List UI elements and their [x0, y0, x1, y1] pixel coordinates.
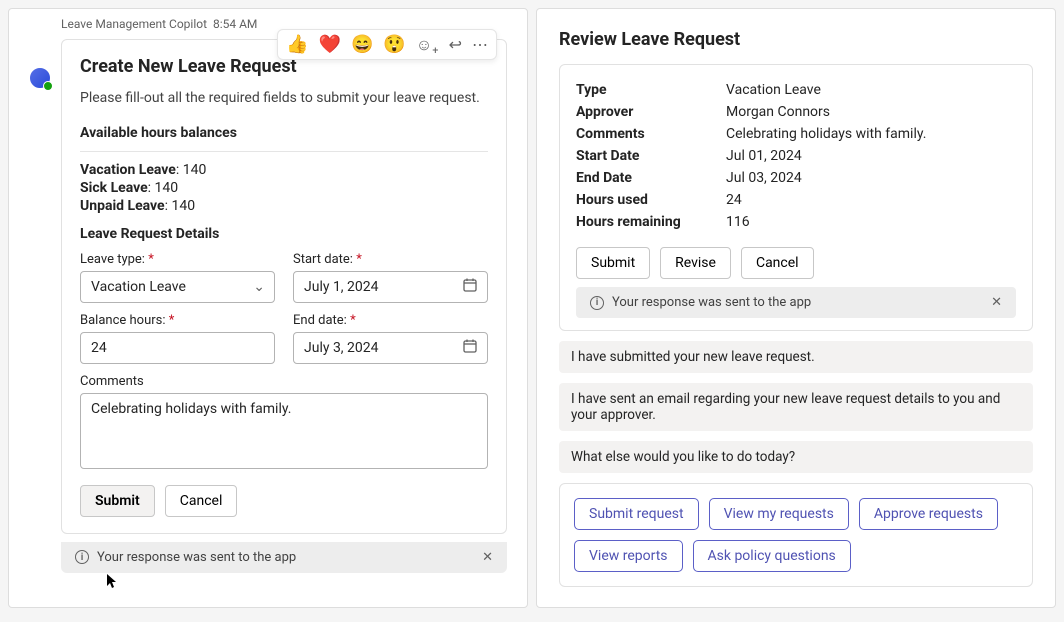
thumbs-up-icon[interactable]: 👍	[286, 34, 308, 55]
table-row: Start DateJul 01, 2024	[576, 145, 1016, 167]
presence-icon	[43, 81, 53, 91]
table-row: CommentsCelebrating holidays with family…	[576, 123, 1016, 145]
start-date-label: Start date: *	[293, 252, 488, 267]
comments-textarea[interactable]: Celebrating holidays with family.	[80, 393, 488, 469]
right-pane: Review Leave Request TypeVacation Leave …	[536, 8, 1056, 608]
status-text: Your response was sent to the app	[612, 295, 811, 310]
leave-type-label: Leave type: *	[80, 252, 275, 267]
cancel-button[interactable]: Cancel	[165, 485, 238, 517]
create-leave-card: Create New Leave Request Please fill-out…	[61, 39, 507, 534]
leave-type-select[interactable]	[80, 271, 275, 303]
chip-ask-policy-questions[interactable]: Ask policy questions	[693, 540, 851, 572]
balance-row: Sick Leave: 140	[80, 180, 488, 196]
card-description: Please fill-out all the required fields …	[80, 89, 488, 109]
laugh-icon[interactable]: 😄	[351, 34, 373, 55]
balance-hours-label: Balance hours: *	[80, 313, 275, 328]
table-row: Hours remaining116	[576, 211, 1016, 233]
review-card: TypeVacation Leave ApproverMorgan Connor…	[559, 64, 1033, 331]
reply-icon[interactable]: ↩︎	[449, 35, 462, 54]
balance-row: Vacation Leave: 140	[80, 162, 488, 178]
balances-heading: Available hours balances	[80, 125, 488, 141]
more-icon[interactable]: ⋯	[472, 35, 488, 54]
balance-hours-input[interactable]	[80, 332, 275, 364]
submit-button[interactable]: Submit	[80, 485, 155, 517]
chip-approve-requests[interactable]: Approve requests	[859, 498, 998, 530]
bot-message: I have submitted your new leave request.	[559, 341, 1033, 373]
message-header: Leave Management Copilot 8:54 AM	[9, 9, 527, 31]
comments-label: Comments	[80, 374, 488, 389]
start-date-field: Start date: *	[293, 252, 488, 303]
chip-view-my-requests[interactable]: View my requests	[709, 498, 849, 530]
avatar	[29, 67, 51, 89]
info-icon: i	[75, 550, 89, 564]
emoji-add-icon[interactable]: ☺︎₊	[416, 35, 439, 55]
status-bar: i Your response was sent to the app ✕	[576, 287, 1016, 318]
comments-field: Comments Celebrating holidays with famil…	[80, 374, 488, 473]
details-heading: Leave Request Details	[80, 226, 488, 242]
bot-message: I have sent an email regarding your new …	[559, 383, 1033, 431]
cancel-button[interactable]: Cancel	[741, 247, 814, 279]
table-row: End DateJul 03, 2024	[576, 167, 1016, 189]
table-row: TypeVacation Leave	[576, 79, 1016, 101]
chip-submit-request[interactable]: Submit request	[574, 498, 699, 530]
close-icon[interactable]: ✕	[991, 295, 1002, 310]
start-date-input[interactable]	[293, 271, 488, 303]
surprised-icon[interactable]: 😲	[383, 34, 405, 55]
reaction-bar: 👍 ❤️ 😄 😲 ☺︎₊ ↩︎ ⋯	[277, 29, 497, 60]
heart-icon[interactable]: ❤️	[319, 34, 341, 55]
divider	[80, 151, 488, 152]
leave-type-field: Leave type: * ⌄	[80, 252, 275, 303]
bot-message: What else would you like to do today?	[559, 441, 1033, 473]
sender-name: Leave Management Copilot	[61, 17, 207, 31]
review-title: Review Leave Request	[559, 29, 1033, 50]
end-date-label: End date: *	[293, 313, 488, 328]
info-icon: i	[590, 296, 604, 310]
end-date-field: End date: *	[293, 313, 488, 364]
left-pane: 👍 ❤️ 😄 😲 ☺︎₊ ↩︎ ⋯ Leave Management Copil…	[8, 8, 528, 608]
table-row: ApproverMorgan Connors	[576, 101, 1016, 123]
submit-button[interactable]: Submit	[576, 247, 650, 279]
chip-view-reports[interactable]: View reports	[574, 540, 683, 572]
status-bar: i Your response was sent to the app ✕	[61, 542, 507, 573]
revise-button[interactable]: Revise	[660, 247, 731, 279]
close-icon[interactable]: ✕	[482, 550, 493, 565]
status-text: Your response was sent to the app	[97, 550, 296, 565]
end-date-input[interactable]	[293, 332, 488, 364]
cursor-icon	[107, 574, 119, 590]
suggested-actions: Submit request View my requests Approve …	[559, 483, 1033, 587]
balance-row: Unpaid Leave: 140	[80, 198, 488, 214]
balance-hours-field: Balance hours: *	[80, 313, 275, 364]
review-table: TypeVacation Leave ApproverMorgan Connor…	[576, 79, 1016, 233]
balances-list: Vacation Leave: 140 Sick Leave: 140 Unpa…	[80, 162, 488, 214]
timestamp: 8:54 AM	[213, 17, 257, 31]
table-row: Hours used24	[576, 189, 1016, 211]
